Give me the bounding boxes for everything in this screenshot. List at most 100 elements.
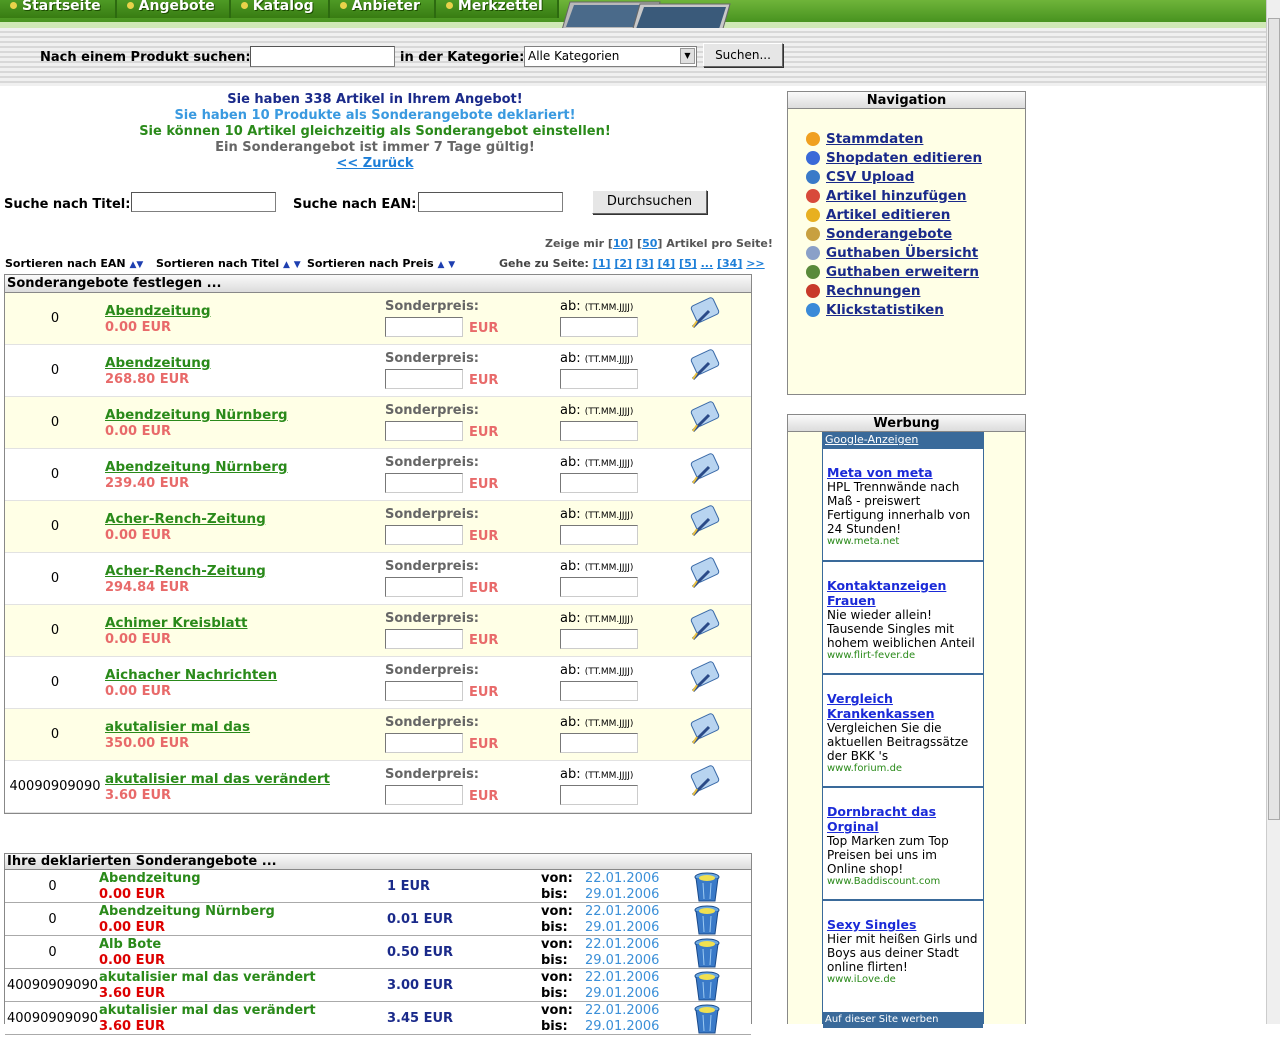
product-title-link[interactable]: Abendzeitung	[105, 303, 211, 319]
page-link[interactable]: [2]	[614, 257, 632, 270]
nav-item-9[interactable]: Klickstatistiken	[806, 300, 1025, 319]
edit-save-icon[interactable]	[689, 557, 723, 593]
ad-url[interactable]: www.Baddiscount.com	[827, 876, 979, 887]
start-date-input[interactable]	[560, 317, 638, 337]
special-price-input[interactable]	[385, 785, 463, 805]
ad-item[interactable]: Vergleich Krankenkassen Vergleichen Sie d…	[823, 675, 983, 788]
tab-0[interactable]: Startseite	[0, 0, 117, 18]
trash-icon[interactable]	[693, 937, 721, 973]
edit-save-icon[interactable]	[689, 401, 723, 437]
sort-asc-icon[interactable]: ▲	[283, 260, 290, 270]
special-price-input[interactable]	[385, 733, 463, 753]
ad-title-link[interactable]: Vergleich Krankenkassen	[827, 691, 979, 721]
special-price-input[interactable]	[385, 577, 463, 597]
scrollbar-thumb[interactable]	[1268, 18, 1280, 820]
ad-item[interactable]: Sexy Singles Hier mit heißen Girls und Bo…	[823, 901, 983, 1014]
ad-item[interactable]: Meta von meta HPL Trennwände nach Maß - p…	[823, 449, 983, 562]
ad-title-link[interactable]: Dornbracht das Orginal	[827, 804, 979, 834]
tab-1[interactable]: Angebote	[116, 0, 231, 18]
vertical-scrollbar[interactable]	[1266, 0, 1280, 1024]
browse-button[interactable]: Durchsuchen	[592, 190, 707, 214]
special-price-input[interactable]	[385, 421, 463, 441]
nav-item-5[interactable]: Sonderangebote	[806, 224, 1025, 243]
start-date-input[interactable]	[560, 421, 638, 441]
category-select[interactable]: Alle Kategorien ▼	[524, 46, 697, 67]
sort-desc-icon[interactable]: ▼	[448, 260, 455, 270]
edit-save-icon[interactable]	[689, 661, 723, 697]
ean-search-input[interactable]	[418, 192, 563, 212]
sort-desc-icon[interactable]: ▼	[136, 260, 143, 270]
product-title-link[interactable]: Aichacher Nachrichten	[105, 667, 277, 683]
edit-save-icon[interactable]	[689, 349, 723, 385]
edit-save-icon[interactable]	[689, 453, 723, 489]
ads-footer[interactable]: Auf dieser Site werben	[823, 1014, 983, 1028]
product-title-link[interactable]: akutalisier mal das	[105, 719, 250, 735]
edit-save-icon[interactable]	[689, 297, 723, 333]
page-link[interactable]: [3]	[636, 257, 654, 270]
product-search-input[interactable]	[250, 46, 395, 67]
edit-save-icon[interactable]	[689, 765, 723, 801]
chevron-down-icon[interactable]: ▼	[680, 48, 695, 64]
special-price-input[interactable]	[385, 317, 463, 337]
sort-asc-icon[interactable]: ▲	[437, 260, 444, 270]
edit-save-icon[interactable]	[689, 609, 723, 645]
page-link[interactable]: ...	[701, 257, 714, 270]
ad-item[interactable]: Kontaktanzeigen Frauen Nie wieder allein!…	[823, 562, 983, 675]
per-page-50-link[interactable]: 50	[642, 237, 657, 250]
product-title-link[interactable]: Achimer Kreisblatt	[105, 615, 248, 631]
google-ads-link[interactable]: Google-Anzeigen	[823, 433, 983, 449]
special-price-input[interactable]	[385, 525, 463, 545]
product-title-link[interactable]: Acher-Rench-Zeitung	[105, 563, 266, 579]
ad-url[interactable]: www.forium.de	[827, 763, 979, 774]
special-price-input[interactable]	[385, 629, 463, 649]
product-title-link[interactable]: Abendzeitung Nürnberg	[105, 407, 288, 423]
ad-item[interactable]: Dornbracht das Orginal Top Marken zum Top…	[823, 788, 983, 901]
sort-desc-icon[interactable]: ▼	[294, 260, 301, 270]
trash-icon[interactable]	[693, 904, 721, 940]
ad-title-link[interactable]: Kontaktanzeigen Frauen	[827, 578, 979, 608]
nav-item-0[interactable]: Stammdaten	[806, 129, 1025, 148]
ad-url[interactable]: www.flirt-fever.de	[827, 650, 979, 661]
page-link[interactable]: [34]	[717, 257, 742, 270]
search-button[interactable]: Suchen...	[703, 43, 783, 67]
trash-icon[interactable]	[693, 970, 721, 1006]
nav-item-2[interactable]: CSV Upload	[806, 167, 1025, 186]
product-title-link[interactable]: akutalisier mal das verändert	[105, 771, 330, 787]
page-link[interactable]: [5]	[679, 257, 697, 270]
product-title-link[interactable]: Abendzeitung	[105, 355, 211, 371]
ad-title-link[interactable]: Meta von meta	[827, 465, 979, 480]
ad-url[interactable]: www.meta.net	[827, 536, 979, 547]
nav-item-4[interactable]: Artikel editieren	[806, 205, 1025, 224]
nav-item-1[interactable]: Shopdaten editieren	[806, 148, 1025, 167]
nav-item-6[interactable]: Guthaben Übersicht	[806, 243, 1025, 262]
edit-save-icon[interactable]	[689, 713, 723, 749]
start-date-input[interactable]	[560, 681, 638, 701]
tab-2[interactable]: Katalog	[230, 0, 330, 18]
nav-item-7[interactable]: Guthaben erweitern	[806, 262, 1025, 281]
start-date-input[interactable]	[560, 525, 638, 545]
nav-item-8[interactable]: Rechnungen	[806, 281, 1025, 300]
start-date-input[interactable]	[560, 577, 638, 597]
per-page-10-link[interactable]: 10	[613, 237, 628, 250]
ad-url[interactable]: www.iLove.de	[827, 974, 979, 985]
edit-save-icon[interactable]	[689, 505, 723, 541]
page-link[interactable]: >>	[746, 257, 764, 270]
start-date-input[interactable]	[560, 733, 638, 753]
special-price-input[interactable]	[385, 473, 463, 493]
nav-item-3[interactable]: Artikel hinzufügen	[806, 186, 1025, 205]
product-title-link[interactable]: Abendzeitung Nürnberg	[105, 459, 288, 475]
special-price-input[interactable]	[385, 369, 463, 389]
trash-icon[interactable]	[693, 871, 721, 907]
ad-title-link[interactable]: Sexy Singles	[827, 917, 979, 932]
special-price-input[interactable]	[385, 681, 463, 701]
page-link[interactable]: [1]	[593, 257, 611, 270]
page-link[interactable]: [4]	[657, 257, 675, 270]
start-date-input[interactable]	[560, 785, 638, 805]
tab-3[interactable]: Anbieter	[329, 0, 436, 18]
back-link[interactable]: << Zurück	[336, 156, 413, 171]
product-title-link[interactable]: Acher-Rench-Zeitung	[105, 511, 266, 527]
start-date-input[interactable]	[560, 473, 638, 493]
title-search-input[interactable]	[131, 192, 276, 212]
start-date-input[interactable]	[560, 369, 638, 389]
start-date-input[interactable]	[560, 629, 638, 649]
